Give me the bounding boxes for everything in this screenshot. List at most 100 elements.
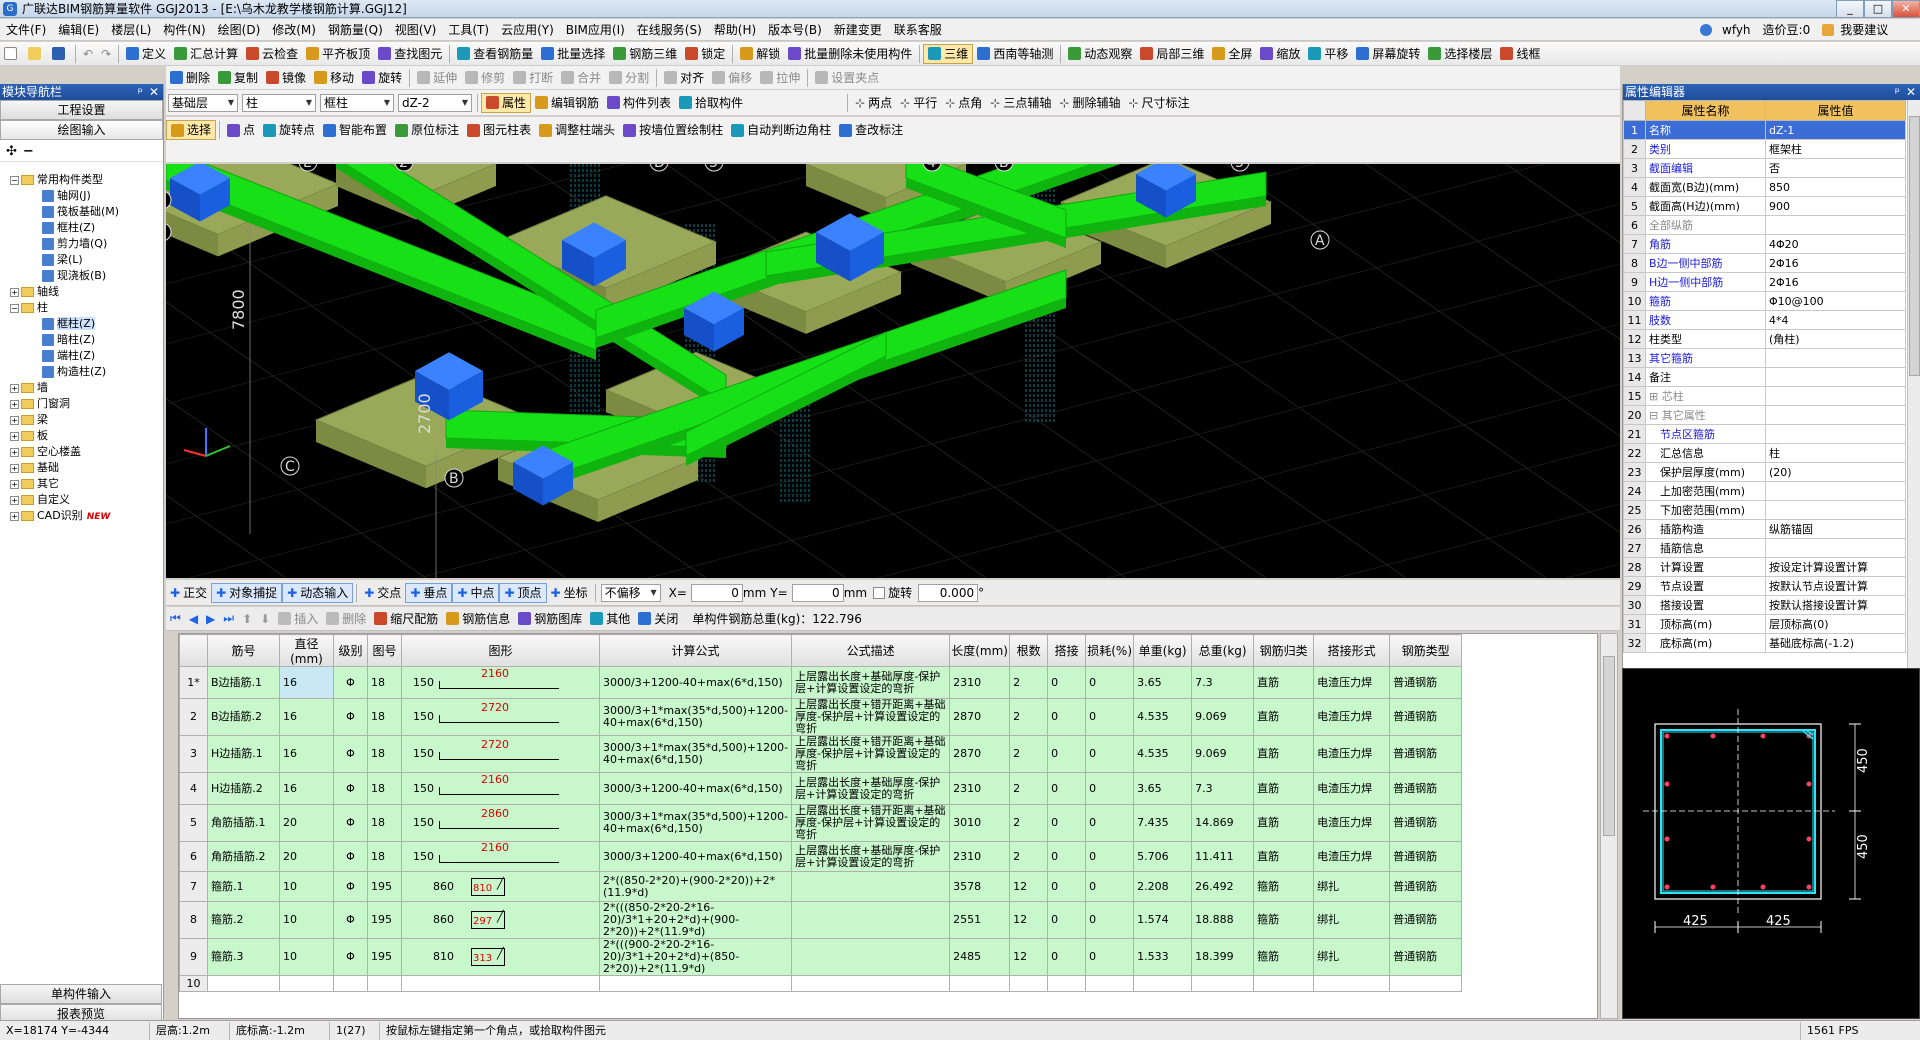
tree-node[interactable]: 构造柱(Z)	[0, 364, 162, 380]
cell-rebar-type[interactable]: 普通钢筋	[1389, 938, 1463, 976]
column-header[interactable]: 钢筋类型	[1389, 634, 1463, 667]
tree-node[interactable]: 现浇板(B)	[0, 268, 162, 284]
cell-total-weight[interactable]: 14.869	[1191, 804, 1255, 842]
property-value[interactable]: 框架柱	[1765, 139, 1906, 159]
property-row[interactable]: 8 B边一侧中部筋 2Φ16	[1623, 253, 1906, 273]
cell-total-weight[interactable]: 18.888	[1191, 901, 1255, 939]
tree-node[interactable]: + 墙	[0, 380, 162, 396]
user-name[interactable]: wfyh	[1716, 19, 1757, 41]
property-value[interactable]	[1765, 367, 1906, 387]
cell-classification[interactable]: 箍筋	[1253, 871, 1315, 902]
tree-expander-icon[interactable]: +	[10, 431, 19, 441]
toolbar-button[interactable]: 云检查	[242, 44, 302, 64]
cell-length[interactable]: 2310	[949, 841, 1011, 872]
cell-total-weight[interactable]: 11.411	[1191, 841, 1255, 872]
cell-description[interactable]: 上层露出长度+错开距离+基础厚度-保护层+计算设置设定的弯折	[791, 698, 951, 736]
cell-description[interactable]	[791, 938, 951, 976]
menu-item[interactable]: BIM应用(I)	[560, 19, 631, 41]
property-value[interactable]: 柱	[1765, 443, 1906, 463]
cell-diameter[interactable]	[279, 975, 334, 992]
menu-item[interactable]: 编辑(E)	[52, 19, 105, 41]
cell-loss[interactable]: 0	[1085, 804, 1135, 842]
drawing-input-button[interactable]: 绘图输入	[0, 120, 163, 140]
offset-select[interactable]: 不偏移 ▼	[600, 583, 661, 602]
property-value[interactable]: 按默认节点设置计算	[1765, 576, 1906, 596]
cell-lap[interactable]: 0	[1047, 804, 1087, 842]
tree-node[interactable]: 梁(L)	[0, 252, 162, 268]
cell-diameter[interactable]: 20	[279, 841, 334, 872]
property-value[interactable]: (角柱)	[1765, 329, 1906, 349]
draw-tool-button[interactable]: 图元柱表	[463, 120, 535, 140]
column-header[interactable]: 搭接形式	[1313, 634, 1391, 667]
snap-toggle[interactable]: ✚ 垂点	[405, 582, 453, 603]
component-select[interactable]: dZ-2 ▼	[398, 93, 472, 112]
row-number[interactable]: 10	[179, 975, 208, 992]
cell-length[interactable]: 2310	[949, 772, 1011, 805]
cell-classification[interactable]	[1253, 975, 1315, 992]
property-row[interactable]: 29 节点设置 按默认节点设置计算	[1623, 576, 1906, 596]
toolbar-button[interactable]: 平齐板顶	[302, 44, 374, 64]
cell-figure-no[interactable]: 18	[367, 841, 402, 872]
snap-toggle[interactable]: ✚ 顶点	[499, 582, 547, 603]
column-header[interactable]: 损耗(%)	[1085, 634, 1135, 667]
draw-tool-button[interactable]: 调整柱端头	[535, 120, 619, 140]
cell-rebar-type[interactable]	[1389, 975, 1463, 992]
cell-description[interactable]: 上层露出长度+错开距离+基础厚度-保护层+计算设置设定的弯折	[791, 735, 951, 773]
cell-bar-name[interactable]: B边插筋.2	[207, 698, 280, 736]
tree-expander-icon[interactable]: +	[10, 383, 19, 393]
property-value[interactable]	[1765, 424, 1906, 444]
column-header[interactable]: 根数	[1009, 634, 1049, 667]
property-row[interactable]: 5 截面高(H边)(mm) 900	[1623, 196, 1906, 216]
aux-axis-button[interactable]: ⊹ 点角	[941, 93, 986, 113]
cell-grade[interactable]: Φ	[333, 698, 368, 736]
cell-count[interactable]: 2	[1009, 841, 1049, 872]
cell-grade[interactable]: Φ	[333, 772, 368, 805]
cell-shape[interactable]: 810 313 ╱	[401, 938, 600, 976]
new-file-button[interactable]	[0, 44, 24, 64]
cell-lap[interactable]: 0	[1047, 841, 1087, 872]
cell-formula[interactable]: 2*(((900-2*20-2*16-20)/3*1+20+2*d)+(850-…	[598, 938, 793, 976]
close-icon[interactable]: ✕	[1906, 85, 1916, 99]
aux-axis-button[interactable]: ⊹ 平行	[896, 93, 941, 113]
modify-button[interactable]: 分割	[605, 68, 653, 88]
cell-total-weight[interactable]: 26.492	[1191, 871, 1255, 902]
cell-loss[interactable]: 0	[1085, 735, 1135, 773]
toolbar-button[interactable]: 查找图元	[374, 44, 446, 64]
property-value[interactable]: 4Φ20	[1765, 234, 1906, 254]
cell-lap[interactable]: 0	[1047, 698, 1087, 736]
cell-lap-form[interactable]: 电渣压力焊	[1313, 735, 1391, 773]
row-number[interactable]: 7	[179, 871, 208, 902]
property-value[interactable]: 按默认搭接设置计算	[1765, 595, 1906, 615]
cell-count[interactable]: 12	[1009, 871, 1049, 902]
cell-lap-form[interactable]: 电渣压力焊	[1313, 666, 1391, 699]
cell-bar-name[interactable]: H边插筋.1	[207, 735, 280, 773]
draw-tool-button[interactable]: 查改标注	[835, 120, 907, 140]
x-offset-input[interactable]: 0	[690, 583, 743, 602]
property-row[interactable]: 6 全部纵筋	[1623, 215, 1906, 235]
tree-node[interactable]: 框柱(Z)	[0, 316, 162, 332]
cell-grade[interactable]	[333, 975, 368, 992]
property-value[interactable]	[1765, 405, 1906, 425]
cell-formula[interactable]	[598, 975, 793, 992]
toolbar-button[interactable]: 批量选择	[537, 44, 609, 64]
property-row[interactable]: 31 顶标高(m) 层顶标高(0)	[1623, 614, 1906, 634]
column-header[interactable]: 单重(kg)	[1133, 634, 1193, 667]
aux-axis-button[interactable]: ⊹ 三点辅轴	[986, 93, 1055, 113]
modify-button[interactable]: 合并	[557, 68, 605, 88]
cell-lap-form[interactable]: 绑扎	[1313, 901, 1391, 939]
property-row[interactable]: 12 柱类型 (角柱)	[1623, 329, 1906, 349]
cell-unit-weight[interactable]: 2.208	[1133, 871, 1193, 902]
property-scrollbar[interactable]	[1907, 100, 1920, 668]
cell-length[interactable]: 2310	[949, 666, 1011, 699]
cell-lap-form[interactable]: 电渣压力焊	[1313, 772, 1391, 805]
component-action-button[interactable]: 编辑钢筋	[531, 93, 603, 113]
property-value[interactable]: dZ-1	[1765, 120, 1906, 140]
cell-description[interactable]: 上层露出长度+基础厚度-保护层+计算设置设定的弯折	[791, 666, 951, 699]
property-value[interactable]	[1765, 538, 1906, 558]
modify-button[interactable]: 打断	[509, 68, 557, 88]
nav-prev-icon[interactable]: ◀	[185, 612, 202, 626]
cell-length[interactable]: 2870	[949, 735, 1011, 773]
modify-button[interactable]: 镜像	[262, 68, 310, 88]
tree-expander-icon[interactable]: −	[10, 303, 19, 313]
cell-classification[interactable]: 箍筋	[1253, 938, 1315, 976]
